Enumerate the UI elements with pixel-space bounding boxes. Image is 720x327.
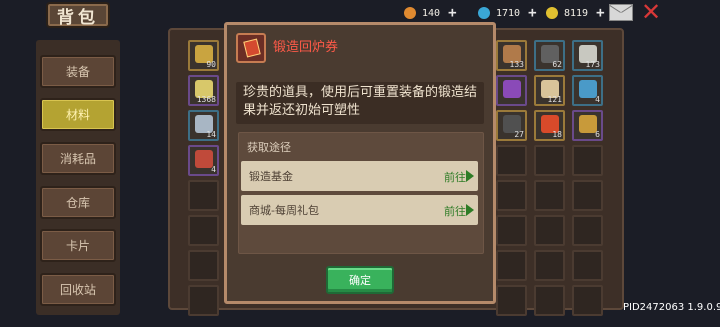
goto-button[interactable]: 前往: [444, 169, 466, 185]
inventory-slot[interactable]: [534, 285, 565, 316]
confirm-button[interactable]: 确定: [326, 266, 394, 294]
ticket-icon: [236, 33, 266, 63]
arrow-right-icon: [466, 170, 474, 182]
gem-icon: [478, 7, 490, 19]
item-count: 90: [206, 60, 216, 69]
resource-fire-value: 140: [422, 7, 441, 19]
gem-purple-icon: [503, 80, 521, 98]
sidebar-item-materials[interactable]: 材料: [40, 98, 116, 131]
fire-icon: [404, 7, 416, 19]
inventory-slot[interactable]: [188, 180, 219, 211]
add-gem-button[interactable]: +: [528, 5, 536, 21]
sidebar-item-equipment[interactable]: 装备: [40, 55, 116, 88]
modal-title: 锻造回炉券: [273, 40, 339, 55]
source-label: 锻造基金: [249, 170, 293, 183]
sidebar-item-cards[interactable]: 卡片: [40, 229, 116, 262]
goto-button[interactable]: 前往: [444, 203, 466, 219]
inventory-slot[interactable]: 4: [188, 145, 219, 176]
sidebar-item-recycle[interactable]: 回收站: [40, 273, 116, 306]
sidebar-item-consumables[interactable]: 消耗品: [40, 142, 116, 175]
inventory-slot[interactable]: [572, 215, 603, 246]
source-row-weekly-pack[interactable]: 商城-每周礼包 前往: [241, 195, 478, 225]
sidebar-item-warehouse[interactable]: 仓库: [40, 186, 116, 219]
source-row-forge-fund[interactable]: 锻造基金 前往: [241, 161, 478, 191]
item-description: 珍贵的道具，使用后可重置装备的锻造结果并返还初始可塑性: [243, 85, 478, 118]
inventory-slot[interactable]: 173: [572, 40, 603, 71]
inventory-slot[interactable]: [534, 250, 565, 281]
inventory-slot[interactable]: 4: [572, 75, 603, 106]
close-icon[interactable]: ✕: [640, 0, 662, 24]
inventory-slot[interactable]: 90: [188, 40, 219, 71]
arrow-right-icon: [466, 204, 474, 216]
inventory-slot[interactable]: [188, 250, 219, 281]
inventory-slot[interactable]: 18: [534, 110, 565, 141]
inventory-slot[interactable]: 14: [188, 110, 219, 141]
inventory-slot[interactable]: 27: [496, 110, 527, 141]
item-count: 4: [211, 165, 216, 174]
item-count: 6: [595, 130, 600, 139]
pid-version: PID2472063 1.9.0.9: [623, 302, 720, 313]
inventory-slot[interactable]: [572, 180, 603, 211]
inventory-slot[interactable]: [188, 215, 219, 246]
inventory-slot[interactable]: 133: [496, 40, 527, 71]
inventory-slot[interactable]: 121: [534, 75, 565, 106]
item-count: 14: [206, 130, 216, 139]
resource-coin-value: 8119: [564, 7, 589, 19]
inventory-slot[interactable]: 1368: [188, 75, 219, 106]
add-coin-button[interactable]: +: [596, 5, 604, 21]
item-count: 1368: [196, 95, 216, 104]
inventory-slot[interactable]: [572, 285, 603, 316]
inventory-slot[interactable]: [572, 145, 603, 176]
resource-coin: 8119 +: [546, 4, 605, 22]
source-label: 商城-每周礼包: [249, 204, 319, 217]
item-count: 18: [552, 130, 562, 139]
item-count: 4: [595, 95, 600, 104]
source-header: 获取途径: [247, 141, 291, 154]
inventory-slot[interactable]: [496, 180, 527, 211]
inventory-slot[interactable]: [496, 215, 527, 246]
item-count: 173: [585, 60, 600, 69]
add-fire-button[interactable]: +: [448, 5, 456, 21]
item-count: 133: [509, 60, 524, 69]
inventory-slot[interactable]: [572, 250, 603, 281]
bag-tab[interactable]: 背包: [46, 2, 110, 28]
inventory-slot[interactable]: [188, 285, 219, 316]
item-count: 27: [514, 130, 524, 139]
inventory-slot[interactable]: [534, 215, 565, 246]
inventory-slot[interactable]: 62: [534, 40, 565, 71]
coin-icon: [546, 7, 558, 19]
inventory-slot[interactable]: [534, 145, 565, 176]
item-count: 62: [552, 60, 562, 69]
resource-gem: 1710 +: [478, 4, 537, 22]
inventory-slot[interactable]: 6: [572, 110, 603, 141]
resource-fire: 140 +: [404, 4, 457, 22]
inventory-slot[interactable]: [496, 250, 527, 281]
inventory-slot[interactable]: [496, 75, 527, 106]
inventory-slot[interactable]: [496, 285, 527, 316]
mail-icon[interactable]: [609, 4, 633, 21]
item-count: 121: [547, 95, 562, 104]
resource-gem-value: 1710: [496, 7, 521, 19]
inventory-slot[interactable]: [534, 180, 565, 211]
inventory-slot[interactable]: [496, 145, 527, 176]
